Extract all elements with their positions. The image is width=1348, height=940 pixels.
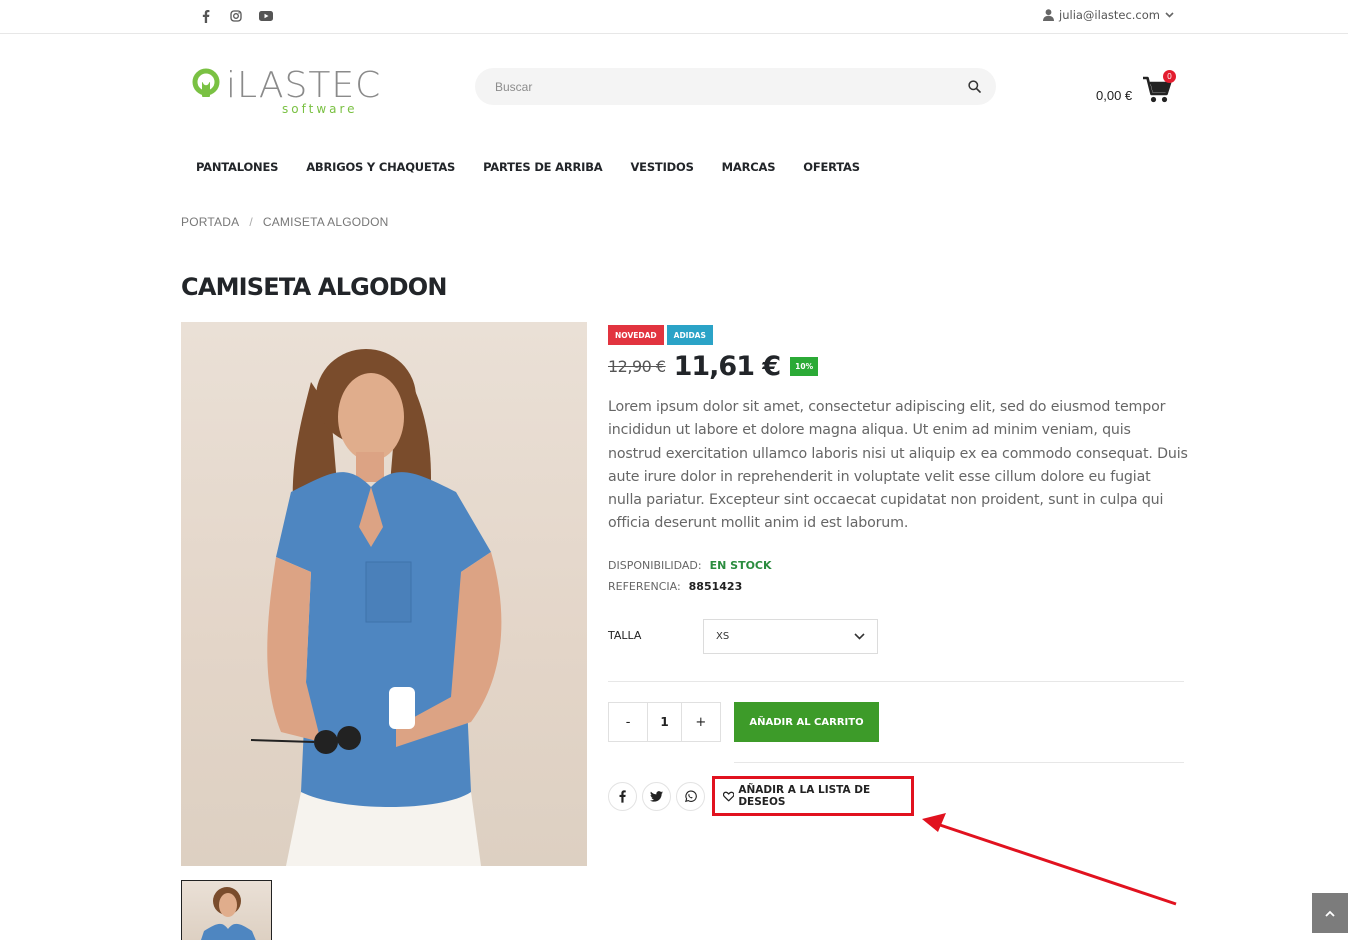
nav-item-abrigos-y-chaquetas[interactable]: ABRIGOS Y CHAQUETAS (306, 160, 455, 174)
availability-row: DISPONIBILIDAD: EN STOCK (608, 559, 772, 572)
scroll-to-top-button[interactable] (1312, 893, 1348, 933)
discount-badge: 10% (790, 357, 819, 376)
breadcrumb-current: CAMISETA ALGODON (262, 215, 389, 229)
youtube-icon[interactable] (258, 7, 274, 25)
reference-row: REFERENCIA: 8851423 (608, 580, 742, 593)
cart-count-badge: 0 (1163, 70, 1176, 83)
top-social-links (198, 7, 274, 25)
quantity-stepper: - 1 + (608, 702, 721, 742)
add-to-cart-button[interactable]: AÑADIR AL CARRITO (734, 702, 879, 742)
availability-value: EN STOCK (709, 559, 772, 572)
divider (608, 681, 1184, 682)
search-bar (475, 68, 996, 105)
account-menu[interactable]: julia@ilastec.com (1043, 8, 1174, 22)
current-price: 11,61 € (673, 351, 782, 382)
breadcrumb-separator: / (249, 215, 253, 229)
size-selected-value: XS (716, 631, 730, 642)
nav-item-partes-de-arriba[interactable]: PARTES DE ARRIBA (483, 160, 603, 174)
price-row: 12,90 € 11,61 € 10% (608, 351, 819, 382)
nav-item-marcas[interactable]: MARCAS (722, 160, 776, 174)
product-badges: NOVEDAD ADIDAS (608, 325, 713, 345)
product-description: Lorem ipsum dolor sit amet, consectetur … (608, 399, 1188, 532)
badge-new: NOVEDAD (608, 325, 664, 345)
size-select[interactable]: XS (703, 619, 878, 654)
chevron-up-icon (1325, 910, 1335, 917)
cart-total[interactable]: 0,00 € (1096, 88, 1132, 103)
wishlist-label: AÑADIR A LA LISTA DE DESEOS (738, 784, 871, 808)
badge-brand[interactable]: ADIDAS (666, 325, 713, 345)
reference-value: 8851423 (688, 580, 743, 593)
twitter-icon (650, 791, 663, 802)
logo-wordmark: iLASTEC (226, 65, 381, 106)
product-thumbnail[interactable] (181, 880, 272, 940)
qty-value[interactable]: 1 (647, 703, 682, 741)
heart-icon (723, 791, 735, 801)
site-logo[interactable]: iLASTEC software (192, 63, 424, 119)
share-whatsapp-button[interactable] (676, 782, 705, 811)
instagram-icon[interactable] (228, 7, 244, 25)
facebook-icon[interactable] (198, 7, 214, 25)
top-bar: julia@ilastec.com (0, 0, 1348, 34)
qty-increase-button[interactable]: + (682, 703, 720, 741)
old-price: 12,90 € (608, 357, 666, 376)
product-title: CAMISETA ALGODON (181, 273, 448, 301)
divider (734, 762, 1184, 763)
share-twitter-button[interactable] (642, 782, 671, 811)
main-nav: PANTALONES ABRIGOS Y CHAQUETAS PARTES DE… (196, 160, 860, 174)
nav-item-pantalones[interactable]: PANTALONES (196, 160, 278, 174)
nav-item-ofertas[interactable]: OFERTAS (803, 160, 860, 174)
size-label: TALLA (608, 629, 642, 642)
account-email: julia@ilastec.com (1059, 8, 1160, 22)
facebook-icon (619, 790, 626, 803)
product-main-image[interactable] (181, 322, 587, 866)
search-input[interactable] (475, 68, 952, 105)
reference-label: REFERENCIA: (608, 580, 681, 593)
logo-subtext: software (282, 102, 358, 116)
chevron-down-icon (854, 633, 865, 640)
search-icon (967, 80, 981, 93)
whatsapp-icon (685, 790, 697, 803)
breadcrumb: PORTADA / CAMISETA ALGODON (181, 215, 389, 229)
chevron-down-icon (1165, 12, 1174, 18)
nav-item-vestidos[interactable]: VESTIDOS (630, 160, 693, 174)
breadcrumb-home[interactable]: PORTADA (181, 215, 239, 229)
availability-label: DISPONIBILIDAD: (608, 559, 702, 572)
share-facebook-button[interactable] (608, 782, 637, 811)
add-to-wishlist-button[interactable]: AÑADIR A LA LISTA DE DESEOS (712, 776, 914, 816)
qty-decrease-button[interactable]: - (609, 703, 647, 741)
search-button[interactable] (952, 68, 996, 105)
user-icon (1043, 9, 1055, 21)
